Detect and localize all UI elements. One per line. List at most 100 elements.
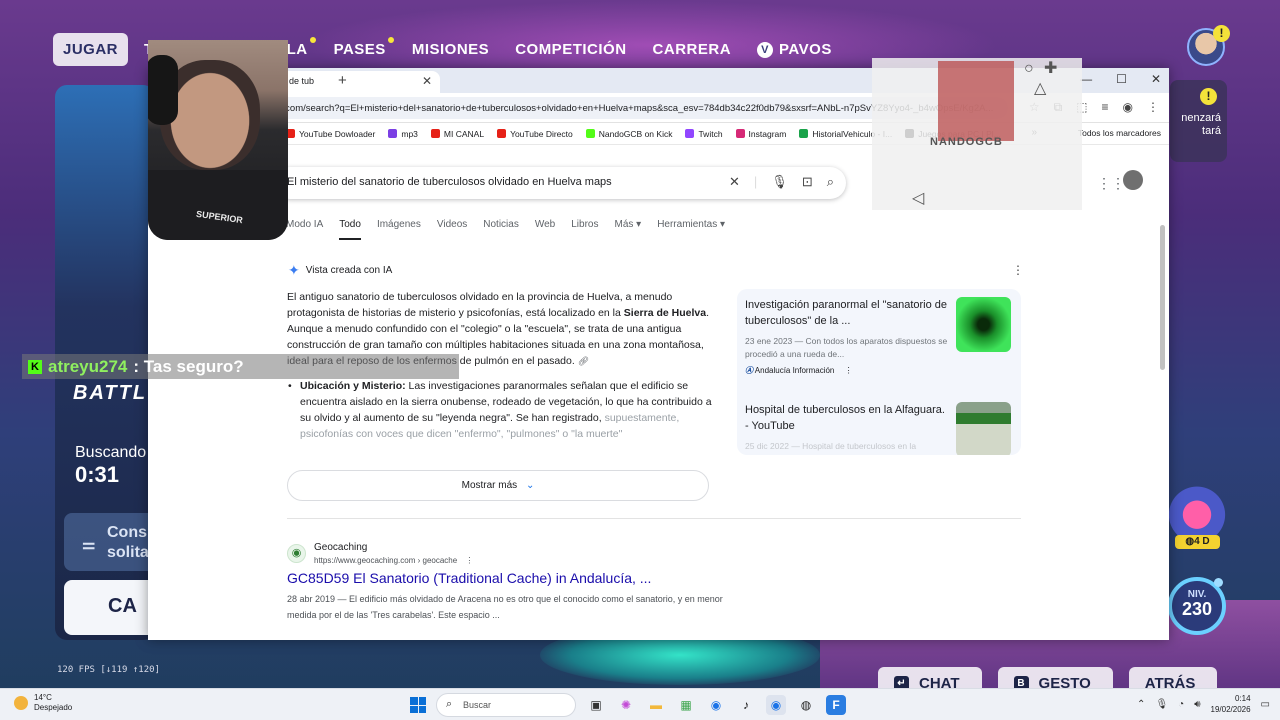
vbucks-icon: V <box>757 42 774 58</box>
filter-tab[interactable]: Herramientas ▾ <box>657 219 725 240</box>
source-thumbnail[interactable] <box>956 402 1011 455</box>
obs-icon[interactable]: ◍ <box>796 695 816 715</box>
nav-tab-jugar[interactable]: JUGAR <box>53 33 129 66</box>
all-bookmarks-link[interactable]: Todos los marcadores <box>1078 128 1161 138</box>
bookmark-item[interactable]: MI CANAL <box>430 128 485 139</box>
streamer-hoodie <box>148 170 288 240</box>
stream-chat-message: K atreyu274 : Tas seguro? <box>22 354 459 379</box>
level-value: 230 <box>1181 599 1213 619</box>
tiktok-icon[interactable]: ♪ <box>736 695 756 715</box>
source-menu-icon[interactable]: ⋮ <box>845 366 853 375</box>
nav-tab-label: MISIONES <box>411 41 490 58</box>
system-tray: ⌃ 🎙︎ ◔ 🔊︎ 0:14 19/02/2026 ▭ <box>1137 693 1270 715</box>
filter-tab[interactable]: Libros <box>571 219 598 240</box>
result-snippet: 28 abr 2019 — El edificio más olvidado d… <box>287 594 723 620</box>
bookmark-item[interactable]: NandoGCB on Kick <box>585 129 672 139</box>
alert-icon: ! <box>1213 25 1230 42</box>
cross-icon: ✚ <box>1044 60 1058 77</box>
media-icon[interactable]: ≡ <box>1102 100 1109 115</box>
xbox-app-icon[interactable]: ▦ <box>676 695 696 715</box>
clock-date: 19/02/2026 <box>1210 705 1251 714</box>
ai-text-bold: Sierra de Huelva <box>623 307 707 319</box>
result-site-name[interactable]: Geocaching <box>314 542 367 553</box>
fortnite-icon[interactable]: F <box>826 695 846 715</box>
close-tab-icon[interactable]: ✕ <box>422 74 432 88</box>
chrome-icon[interactable]: ◉ <box>706 695 726 715</box>
source-title[interactable]: Hospital de tuberculosos en la Alfaguara… <box>745 402 950 434</box>
show-more-button[interactable]: Mostrar más ⌄ <box>287 470 709 501</box>
webcam-feed: SUPERIOR <box>148 40 288 240</box>
bookmark-item[interactable]: Twitch <box>685 129 723 139</box>
bookmark-item[interactable]: YouTube Dowloader <box>285 129 375 139</box>
result-title[interactable]: GC85D59 El Sanatorio (Traditional Cache)… <box>287 570 651 586</box>
source-thumbnail[interactable] <box>956 297 1011 352</box>
task-view-icon[interactable]: ▣ <box>586 695 606 715</box>
clock-time: 0:14 <box>1234 694 1251 703</box>
clock[interactable]: 0:14 19/02/2026 <box>1211 693 1251 715</box>
volume-icon[interactable]: 🔊︎ <box>1194 699 1200 710</box>
lens-icon[interactable]: ⊡ <box>802 174 813 190</box>
bookmark-label: MI CANAL <box>443 128 485 139</box>
filter-tab[interactable]: Web <box>535 219 555 240</box>
result-menu-icon[interactable]: ⋮ <box>465 556 473 565</box>
search-box[interactable]: El misterio del sanatorio de tuberculoso… <box>274 167 846 199</box>
ai-overview-header: ✦ Vista creada con IA <box>288 262 392 279</box>
nav-tab-pases[interactable]: PASES <box>324 33 396 66</box>
menu-icon[interactable]: ⋮ <box>1147 100 1159 115</box>
profile-icon[interactable]: ◉ <box>1123 100 1133 115</box>
sliders-icon: ⚌ <box>82 536 96 553</box>
bookmark-label: YouTube Directo <box>510 128 573 139</box>
source-desc: 23 ene 2023 — Con todos los aparatos dis… <box>745 336 948 359</box>
chrome-active-icon[interactable]: ◉ <box>766 695 786 715</box>
weather-desc: Despejado <box>34 703 73 712</box>
maximize-icon[interactable]: ☐ <box>1116 72 1127 86</box>
account-avatar[interactable] <box>1123 170 1143 190</box>
bookmark-item[interactable]: Instagram <box>735 129 786 139</box>
search-icon[interactable]: ⌕ <box>827 174 834 190</box>
filter-tab[interactable]: Videos <box>437 219 467 240</box>
source-card[interactable]: Investigación paranormal el "sanatorio d… <box>745 297 950 376</box>
nav-tab-pavos[interactable]: V PAVOS <box>747 33 842 66</box>
taskbar-search-placeholder: Buscar <box>463 700 492 710</box>
weather-widget[interactable]: 14°C Despejado <box>14 693 72 713</box>
more-options-icon[interactable]: ⋮ <box>1012 263 1024 277</box>
taskbar-search[interactable]: ⌕ Buscar <box>436 693 576 717</box>
nav-tab-carrera[interactable]: CARRERA <box>643 33 742 66</box>
console-only-toggle[interactable]: ⚌ Cons solita <box>64 513 159 571</box>
filter-tab[interactable]: Todo <box>339 219 361 240</box>
microphone-icon[interactable]: 🎙︎ <box>771 174 788 190</box>
bookmark-item[interactable]: YouTube Directo <box>497 129 573 139</box>
source-card[interactable]: Hospital de tuberculosos en la Alfaguara… <box>745 402 950 455</box>
microphone-icon[interactable]: 🎙︎ <box>1155 699 1168 710</box>
file-explorer-icon[interactable]: ▬ <box>646 695 666 715</box>
bookmark-favicon-icon <box>685 129 695 138</box>
notifications-icon[interactable]: ▭ <box>1261 699 1270 710</box>
bookmark-favicon-icon <box>585 129 595 138</box>
clear-icon[interactable]: ✕ <box>729 174 740 190</box>
chat-username: atreyu274 <box>48 356 128 376</box>
close-window-icon[interactable]: ✕ <box>1151 72 1161 86</box>
divider <box>287 518 1021 519</box>
circle-icon: ○ <box>1024 60 1034 77</box>
source-title[interactable]: Investigación paranormal el "sanatorio d… <box>745 297 950 329</box>
bookmark-item[interactable]: mp3 <box>388 129 418 139</box>
bookmark-favicon-icon <box>388 129 398 138</box>
windows-start-icon[interactable] <box>410 697 426 713</box>
tray-chevron-icon[interactable]: ⌃ <box>1137 699 1145 710</box>
link-icon[interactable]: 🔗︎ <box>578 356 589 366</box>
filter-tab[interactable]: Más ▾ <box>614 219 641 240</box>
heart-quest-value: 4 D <box>1194 536 1210 547</box>
nav-tab-competición[interactable]: COMPETICIÓN <box>505 33 636 66</box>
heart-quest-badge[interactable]: ◍4 D <box>1168 485 1226 551</box>
filter-tab[interactable]: Imágenes <box>377 219 421 240</box>
nav-tab-misiones[interactable]: MISIONES <box>402 33 499 66</box>
new-tab-icon[interactable]: + <box>338 72 347 89</box>
filter-tab[interactable]: Modo IA <box>286 219 323 240</box>
result-url[interactable]: https://www.geocaching.com › geocache ⋮ <box>314 556 473 565</box>
copilot-icon[interactable]: ✺ <box>616 695 636 715</box>
scrollbar[interactable] <box>1160 225 1165 370</box>
filter-tab[interactable]: Noticias <box>483 219 519 240</box>
cancel-button[interactable]: CA <box>64 580 159 635</box>
wifi-icon[interactable]: ◔ <box>1178 699 1184 710</box>
search-query[interactable]: El misterio del sanatorio de tuberculoso… <box>287 176 612 188</box>
